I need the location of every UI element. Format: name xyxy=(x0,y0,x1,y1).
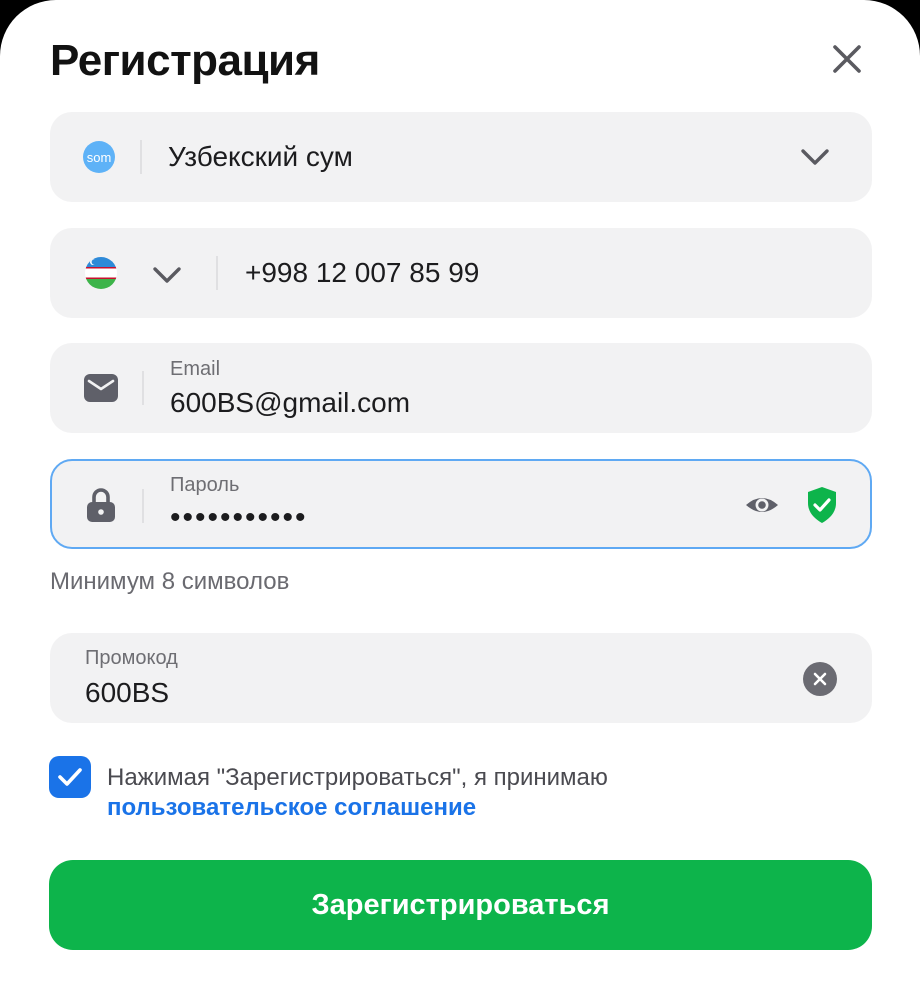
registration-panel: Регистрация som Узбекский сум +998 12 00… xyxy=(0,0,920,988)
field-divider xyxy=(142,489,144,523)
email-input[interactable]: 600BS@gmail.com xyxy=(170,387,410,419)
password-input[interactable]: ••••••••••• xyxy=(170,501,308,535)
close-icon xyxy=(833,45,861,73)
show-password-button[interactable] xyxy=(744,487,780,523)
field-divider xyxy=(216,256,218,290)
currency-value: Узбекский сум xyxy=(168,141,353,172)
chevron-down-icon xyxy=(153,267,181,283)
promo-field[interactable]: Промокод 600BS xyxy=(50,633,872,723)
close-button[interactable] xyxy=(826,38,868,80)
uzbekistan-flag-icon xyxy=(85,257,117,289)
page-title: Регистрация xyxy=(50,36,320,85)
som-currency-icon: som xyxy=(83,141,115,173)
clear-icon xyxy=(813,672,827,686)
agreement-checkbox[interactable] xyxy=(49,756,91,798)
registration-modal: Регистрация som Узбекский сум +998 12 00… xyxy=(0,0,920,988)
password-field[interactable]: Пароль ••••••••••• xyxy=(50,459,872,549)
agreement-text: Нажимая "Зарегистрироваться", я принимаю xyxy=(107,764,608,791)
promo-input[interactable]: 600BS xyxy=(85,677,169,709)
field-divider xyxy=(142,371,144,405)
promo-label: Промокод xyxy=(85,647,178,669)
password-label: Пароль xyxy=(170,474,240,496)
checkmark-icon xyxy=(58,768,82,786)
currency-select[interactable]: som Узбекский сум xyxy=(50,112,872,202)
email-field[interactable]: Email 600BS@gmail.com xyxy=(50,343,872,433)
lock-icon xyxy=(87,488,115,522)
user-agreement-link[interactable]: пользовательское соглашение xyxy=(107,794,476,822)
email-label: Email xyxy=(170,358,221,380)
envelope-icon xyxy=(84,374,118,402)
clear-promo-button[interactable] xyxy=(803,662,837,696)
register-button[interactable]: Зарегистрироваться xyxy=(49,860,872,950)
eye-icon xyxy=(746,498,778,512)
phone-input[interactable]: +998 12 007 85 99 xyxy=(245,257,479,289)
field-divider xyxy=(140,140,142,174)
phone-field: +998 12 007 85 99 xyxy=(50,228,872,318)
shield-check-icon xyxy=(808,487,836,523)
chevron-down-icon xyxy=(801,149,829,165)
country-selector[interactable] xyxy=(80,250,210,296)
password-hint: Минимум 8 символов xyxy=(50,568,290,595)
